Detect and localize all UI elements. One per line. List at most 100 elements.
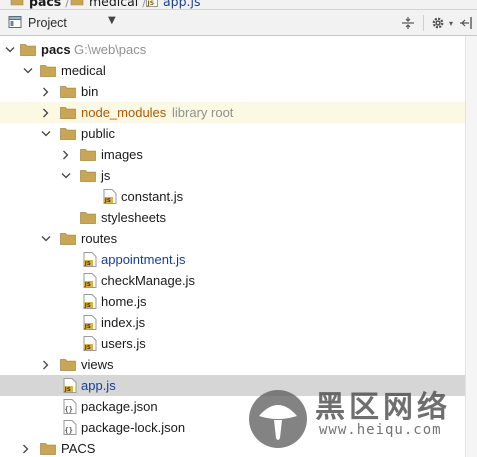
tree-item-public[interactable]: public [0,123,465,144]
tree-item-label: pacs [41,42,71,57]
tree-item-package-json[interactable]: {} package.json [0,396,465,417]
chevron-down-icon[interactable] [4,39,16,60]
chevron-down-icon[interactable] [40,123,52,144]
folder-icon [60,126,76,141]
tree-item-label: views [81,357,114,372]
tree-item-package-lock-json[interactable]: {} package-lock.json [0,417,465,438]
tree-item-label: constant.js [121,189,184,204]
gear-dropdown-icon[interactable]: ▾ [447,15,455,31]
tree-item-label: package-lock.json [81,420,186,435]
tree-item-label: medical [61,63,106,78]
breadcrumb-item-medical[interactable]: medical / [70,0,151,9]
tree-item-label: package.json [81,399,158,414]
tree-item-appointment-js[interactable]: JS appointment.js [0,249,465,270]
folder-icon [60,84,76,99]
tree-item-bin[interactable]: bin [0,81,465,102]
tree-item-routes[interactable]: routes [0,228,465,249]
svg-text:JS: JS [64,387,71,393]
collapse-all-icon[interactable] [400,15,416,31]
chevron-down-icon[interactable] [22,60,34,81]
tree-item-label: app.js [81,378,116,393]
folder-icon [10,0,24,9]
svg-text:JS: JS [84,282,91,288]
tree-item-label: node_modules [81,105,167,120]
tree-item-label: js [101,168,111,183]
svg-text:{}: {} [65,427,73,435]
library-root-hint: library root [172,105,234,120]
project-toolbar: Project ▼ ▾ [0,10,477,36]
project-view-label: Project [28,16,67,30]
tree-item-users-js[interactable]: JS users.js [0,333,465,354]
js-file-icon: JS [82,336,98,351]
tree-item-constant-js[interactable]: JS constant.js [0,186,465,207]
tree-item-views[interactable]: views [0,354,465,375]
folder-icon [20,42,36,57]
breadcrumb-item-app-js[interactable]: JS app.js [146,0,201,9]
tree-item-node-modules[interactable]: node_modules library root [0,102,465,123]
tree-item-label: routes [81,231,118,246]
json-file-icon: {} [62,399,78,414]
tree-item-checkmanage-js[interactable]: JS checkManage.js [0,270,465,291]
vertical-scrollbar[interactable] [465,36,477,457]
json-file-icon: {} [62,420,78,435]
folder-icon [60,231,76,246]
svg-text:JS: JS [84,261,91,267]
chevron-right-icon[interactable] [60,144,72,165]
js-file-icon: JS [82,294,98,309]
tree-item-home-js[interactable]: JS home.js [0,291,465,312]
tree-item-label: images [101,147,143,162]
tree-item-label: home.js [101,294,147,309]
tree-item-stylesheets[interactable]: stylesheets [0,207,465,228]
chevron-right-icon[interactable] [40,81,52,102]
folder-icon [40,441,56,456]
navigation-breadcrumb: pacs / medical / JS app.js [0,0,477,10]
folder-icon [70,0,84,9]
js-file-icon: JS [146,0,158,9]
tree-item-label: PACS [61,441,96,456]
tree-item-medical[interactable]: medical [0,60,465,81]
tree-item-pacs-root[interactable]: pacs G:\web\pacs [0,39,465,60]
tree-item-app-js[interactable]: JS app.js [0,375,465,396]
js-file-icon: JS [62,378,78,393]
js-file-icon: JS [102,189,118,204]
chevron-right-icon[interactable] [20,438,32,457]
chevron-down-icon[interactable] [40,228,52,249]
js-file-icon: JS [82,315,98,330]
svg-text:{}: {} [65,406,73,414]
svg-text:JS: JS [147,0,155,7]
tree-item-label: index.js [101,315,146,330]
tree-item-js[interactable]: js [0,165,465,186]
tree-item-label: stylesheets [101,210,167,225]
chevron-right-icon[interactable] [40,354,52,375]
tree-item-images[interactable]: images [0,144,465,165]
hide-panel-icon[interactable] [458,15,474,31]
folder-icon [60,105,76,120]
chevron-down-icon[interactable]: ▼ [108,15,116,26]
tree-item-label: bin [81,84,99,99]
folder-icon [80,168,96,183]
folder-icon [40,63,56,78]
breadcrumb-item-pacs[interactable]: pacs / [10,0,73,9]
toolbar-divider [423,15,424,31]
project-view-selector[interactable]: Project [8,14,67,32]
svg-text:JS: JS [84,324,91,330]
folder-icon [60,357,76,372]
js-file-icon: JS [82,273,98,288]
project-view-icon [8,15,22,32]
tree-item-index-js[interactable]: JS index.js [0,312,465,333]
tree-item-label: users.js [101,336,146,351]
js-file-icon: JS [82,252,98,267]
project-tree: pacs G:\web\pacs medical bin node_module… [0,36,465,457]
gear-icon[interactable] [430,15,446,31]
tree-item-label: appointment.js [101,252,186,267]
chevron-down-icon[interactable] [60,165,72,186]
folder-icon [80,147,96,162]
folder-icon [80,210,96,225]
tree-item-path: G:\web\pacs [74,42,147,57]
tree-item-label: checkManage.js [101,273,195,288]
svg-text:JS: JS [104,198,111,204]
chevron-right-icon[interactable] [40,102,52,123]
tree-item-pacs-upper[interactable]: PACS [0,438,465,457]
svg-text:JS: JS [84,345,91,351]
svg-text:JS: JS [84,303,91,309]
